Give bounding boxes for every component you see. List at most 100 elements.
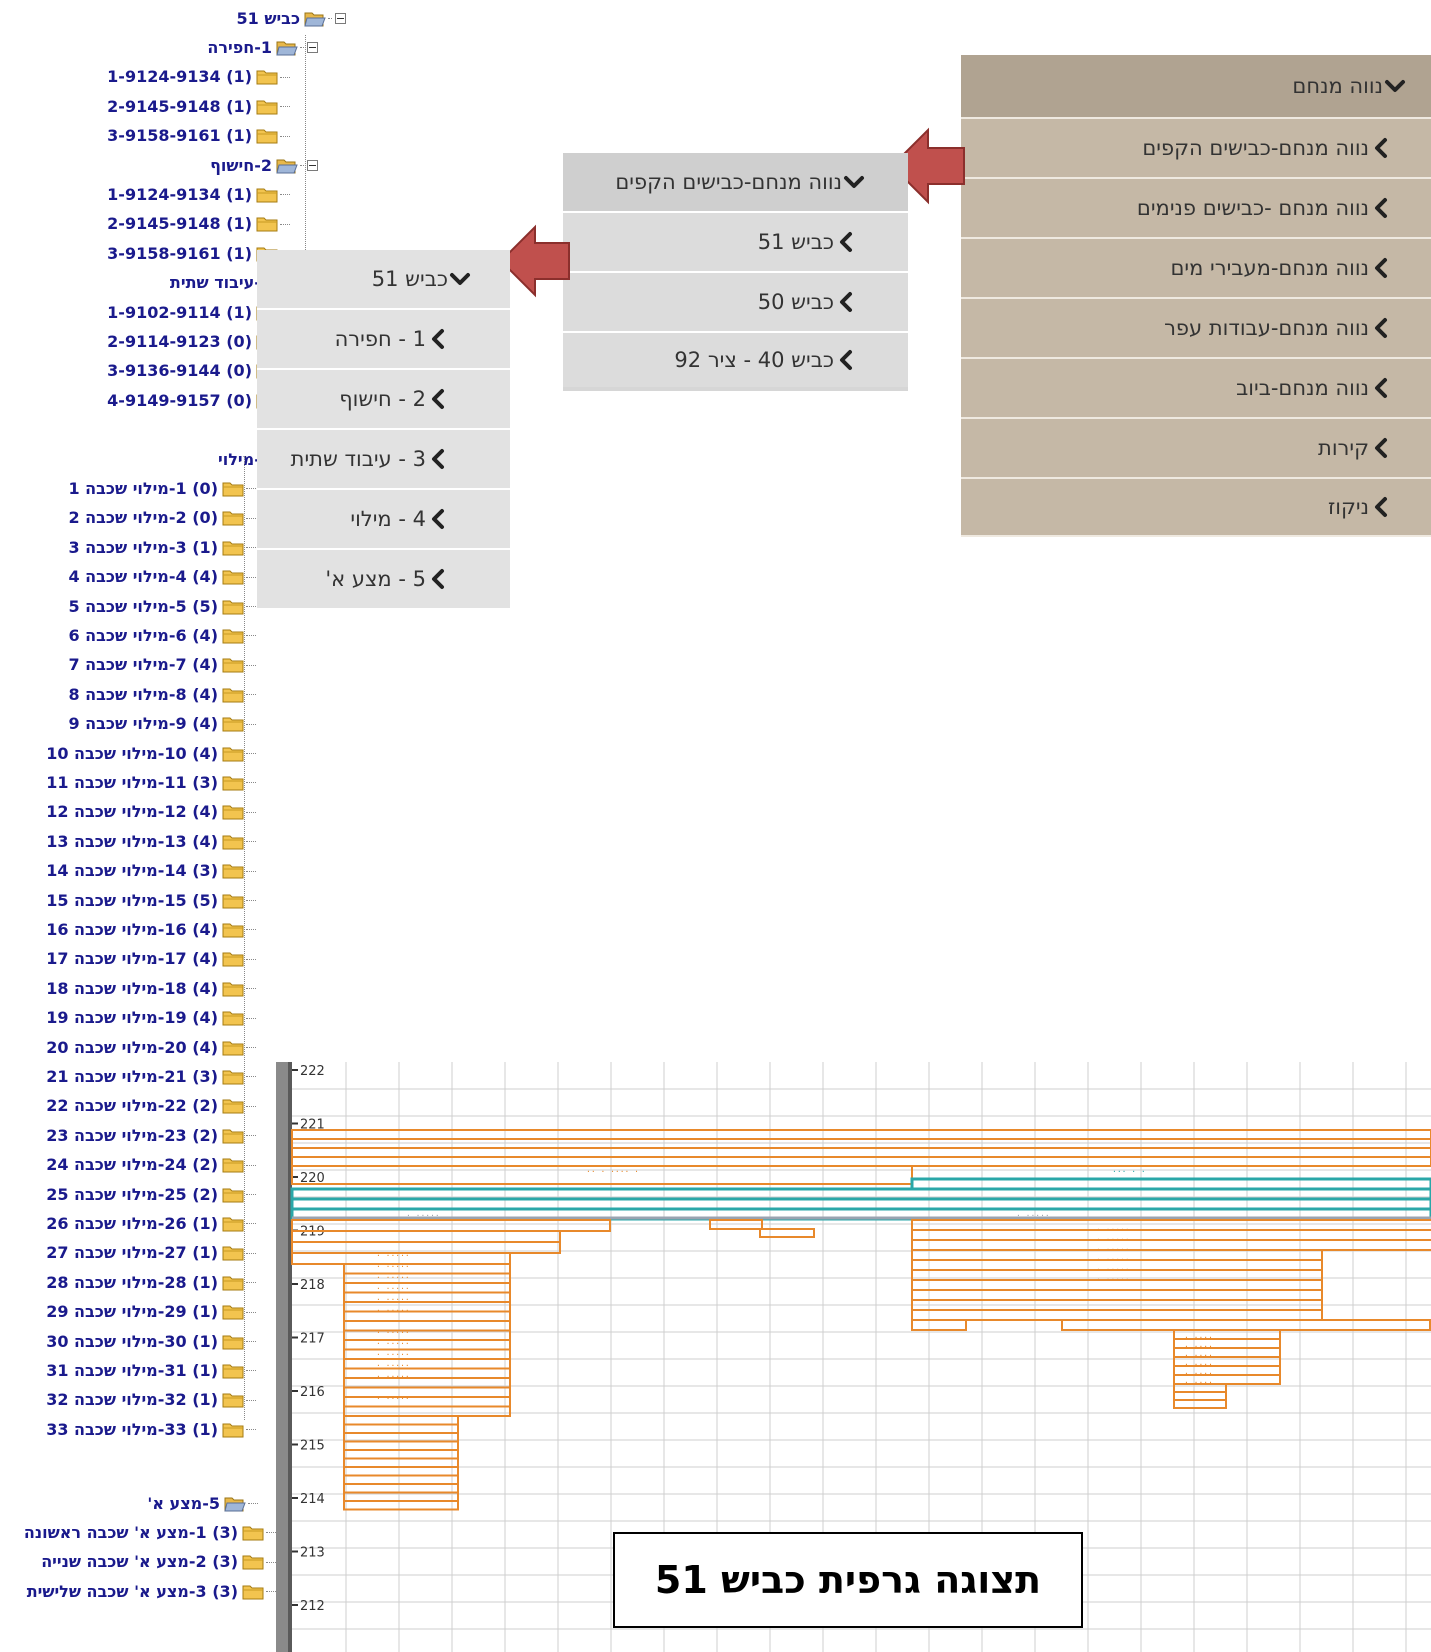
tree-node-label: (4) 10-מילוי שכבה 10: [46, 743, 218, 763]
folder-icon: [222, 1275, 244, 1291]
menu-item-label: כביש 51: [757, 230, 834, 254]
menu-item-label: נווה מנחם-ביוב: [1236, 376, 1369, 400]
tree-connector: [246, 753, 256, 754]
tree-leaf[interactable]: (4) 7-מילוי שכבה 7: [68, 652, 256, 678]
tree-node[interactable]: 1-חפירה: [207, 34, 318, 60]
tree-node-label: (5) 5-מילוי שכבה 5: [68, 596, 218, 616]
tree-node-label: (3) 1-מצע א' שכבה ראשונה: [23, 1522, 238, 1542]
chart-data-label: · ·····: [1096, 1255, 1130, 1264]
tree-leaf[interactable]: (1) 3-9158-9161: [107, 123, 290, 149]
chart-y-tick-label: 214: [300, 1492, 325, 1507]
tree-leaf[interactable]: (4) 13-מילוי שכבה 13: [46, 828, 256, 854]
chart-fill-layer: [343, 1423, 459, 1434]
menu-item-road-40[interactable]: כביש 40 - ציר 92: [563, 331, 908, 391]
chart-fill-layer: [343, 1339, 511, 1351]
tree-leaf[interactable]: (1) 1-9124-9134: [107, 181, 290, 207]
tree-node[interactable]: כביש 51: [237, 5, 346, 31]
menu-perimeter-roads: נווה מנחם-כבישים הקפים כביש 51 כביש 50 כ…: [563, 153, 908, 391]
tree-leaf[interactable]: (0) 2-מילוי שכבה 2: [68, 505, 256, 531]
menu-item[interactable]: נווה מנחם-ביוב: [961, 357, 1431, 417]
tree-leaf[interactable]: (3) 21-מילוי שכבה 21: [46, 1063, 256, 1089]
chevron-down-icon: [448, 267, 472, 291]
tree-leaf[interactable]: (4) 19-מילוי שכבה 19: [46, 1005, 256, 1031]
tree-node[interactable]: 5-מצע א': [147, 1490, 258, 1516]
menu-item[interactable]: נווה מנחם-כבישים הקפים: [961, 117, 1431, 177]
tree-leaf[interactable]: (1) 32-מילוי שכבה 32: [46, 1387, 256, 1413]
tree-leaf[interactable]: (4) 4-מילוי שכבה 4: [68, 564, 256, 590]
chart-data-label: ··· ···: [788, 1185, 822, 1194]
tree-node-label: (1) 2-9145-9148: [107, 96, 252, 116]
tree-leaf[interactable]: (1) 2-9145-9148: [107, 211, 290, 237]
collapse-icon[interactable]: [307, 160, 318, 171]
tree-leaf[interactable]: (4) 20-מילוי שכבה 20: [46, 1034, 256, 1060]
tree-leaf[interactable]: (4) 12-מילוי שכבה 12: [46, 799, 256, 825]
tree-connector: [280, 76, 290, 78]
tree-leaf[interactable]: (3) 11-מילוי שכבה 11: [46, 769, 256, 795]
folder-icon: [256, 187, 278, 203]
tree-leaf[interactable]: (4) 9-מילוי שכבה 9: [68, 711, 256, 737]
menu-item-road-51[interactable]: כביש 51: [563, 211, 908, 271]
tree-leaf[interactable]: (1) 30-מילוי שכבה 30: [46, 1328, 256, 1354]
menu-item-base-a[interactable]: 5 - מצע א': [257, 548, 510, 608]
tree-node-label: (2) 24-מילוי שכבה 24: [46, 1155, 218, 1175]
chart-data-label: · ····: [1184, 1351, 1213, 1360]
tree-node[interactable]: 2-חישוף: [210, 152, 318, 178]
tree-connector: [248, 1503, 258, 1504]
chart-data-label: · ·····: [1096, 1225, 1130, 1234]
tree-leaf[interactable]: (4) 17-מילוי שכבה 17: [46, 946, 256, 972]
tree-node-label: (1) 31-מילוי שכבה 31: [46, 1360, 218, 1380]
tree-connector: [246, 1135, 256, 1137]
menu-item-road-50[interactable]: כביש 50: [563, 271, 908, 331]
tree-leaf[interactable]: (1) 2-9145-9148: [107, 93, 290, 119]
collapse-icon[interactable]: [307, 42, 318, 54]
folder-icon: [222, 893, 244, 909]
menu-item-subgrade[interactable]: 3 - עיבוד שתית: [257, 428, 510, 488]
menu-item-fill[interactable]: 4 - מילוי: [257, 488, 510, 548]
folder-icon: [222, 1304, 244, 1320]
tree-leaf[interactable]: (3) 3-מצע א' שכבה שלישית: [27, 1578, 276, 1604]
collapse-icon[interactable]: [335, 13, 346, 24]
tree-leaf[interactable]: (1) 31-מילוי שכבה 31: [46, 1357, 256, 1383]
tree-leaf[interactable]: (5) 5-מילוי שכבה 5: [68, 593, 256, 619]
menu-item-excavation[interactable]: 1 - חפירה: [257, 308, 510, 368]
tree-leaf[interactable]: (5) 15-מילוי שכבה 15: [46, 887, 256, 913]
tree-leaf[interactable]: (2) 22-מילוי שכבה 22: [46, 1093, 256, 1119]
tree-leaf[interactable]: (4) 10-מילוי שכבה 10: [46, 740, 256, 766]
menu-item[interactable]: קירות: [961, 417, 1431, 477]
tree-leaf[interactable]: (2) 24-מילוי שכבה 24: [46, 1152, 256, 1178]
tree-leaf[interactable]: (2) 25-מילוי שכבה 25: [46, 1181, 256, 1207]
tree-leaf[interactable]: (1) 27-מילוי שכבה 27: [46, 1240, 256, 1266]
tree-leaf[interactable]: (4) 18-מילוי שכבה 18: [46, 975, 256, 1001]
menu-header-neve-menachem[interactable]: נווה מנחם: [961, 55, 1431, 117]
tree-leaf[interactable]: (3) 1-מצע א' שכבה ראשונה: [24, 1519, 276, 1545]
tree-leaf[interactable]: (3) 2-מצע א' שכבה שנייה: [41, 1549, 276, 1575]
chart-fill-layer: [343, 1396, 511, 1408]
menu-item-stripping[interactable]: 2 - חישוף: [257, 368, 510, 428]
menu-item[interactable]: נווה מנחם-מעבירי מים: [961, 237, 1431, 297]
tree-node-label: (1) 1-9124-9134: [107, 67, 252, 87]
menu-header-road-51[interactable]: כביש 51: [257, 250, 510, 308]
chevron-left-icon: [1369, 316, 1393, 340]
tree-leaf[interactable]: (1) 26-מילוי שכבה 26: [46, 1210, 256, 1236]
folder-icon: [222, 1128, 244, 1144]
chart-fill-layer: [343, 1449, 459, 1460]
tree-leaf[interactable]: (2) 23-מילוי שכבה 23: [46, 1122, 256, 1148]
tree-leaf[interactable]: (1) 3-מילוי שכבה 3: [68, 534, 256, 560]
tree-leaf[interactable]: (4) 8-מילוי שכבה 8: [68, 681, 256, 707]
menu-item[interactable]: ניקוז: [961, 477, 1431, 537]
menu-item[interactable]: נווה מנחם-עבודות עפר: [961, 297, 1431, 357]
folder-icon: [222, 628, 244, 644]
tree-leaf[interactable]: (1) 28-מילוי שכבה 28: [46, 1269, 256, 1295]
menu-header-perimeter-roads[interactable]: נווה מנחם-כבישים הקפים: [563, 153, 908, 211]
tree-leaf[interactable]: (4) 6-מילוי שכבה 6: [68, 622, 256, 648]
chart-data-label: · ·····: [1096, 1245, 1130, 1254]
tree-leaf[interactable]: (3) 14-מילוי שכבה 14: [46, 858, 256, 884]
tree-leaf[interactable]: (1) 1-9124-9134: [107, 64, 290, 90]
tree-leaf[interactable]: (0) 1-מילוי שכבה 1: [68, 475, 256, 501]
tree-leaf[interactable]: (1) 29-מילוי שכבה 29: [46, 1299, 256, 1325]
chart-fill-layer: [343, 1358, 511, 1370]
tree-connector: [246, 1429, 256, 1431]
tree-leaf[interactable]: (4) 16-מילוי שכבה 16: [46, 916, 256, 942]
tree-leaf[interactable]: (1) 33-מילוי שכבה 33: [46, 1416, 256, 1442]
menu-item[interactable]: נווה מנחם -כבישים פנימים: [961, 177, 1431, 237]
